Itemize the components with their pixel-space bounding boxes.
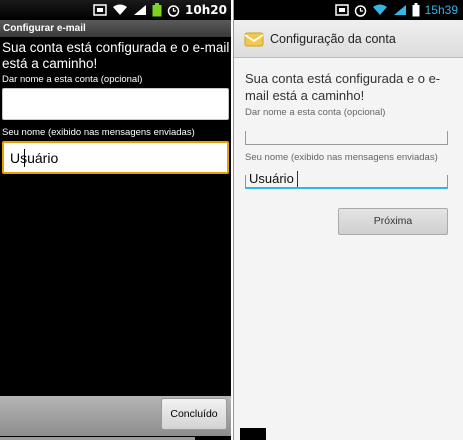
- battery-icon: [412, 3, 420, 17]
- signal-icon: [393, 4, 407, 16]
- wifi-icon: [112, 4, 128, 16]
- status-bar: 15h39: [234, 0, 463, 20]
- done-button[interactable]: Concluído: [161, 398, 227, 430]
- screenshot-icon: [334, 4, 349, 16]
- setup-complete-message: Sua conta está configurada e o e-mail es…: [2, 40, 230, 71]
- action-bar: Configuração da conta: [234, 20, 463, 58]
- screenshot-icon: [93, 4, 107, 16]
- setup-complete-message: Sua conta está configurada e o e-mail es…: [245, 71, 441, 103]
- your-name-value: Usuário: [10, 150, 59, 166]
- signal-icon: [133, 4, 147, 16]
- your-name-value: Usuário: [249, 171, 294, 186]
- title-bar: Configurar e-mail: [0, 20, 231, 37]
- status-time: 15h39: [424, 3, 458, 17]
- account-name-input[interactable]: [2, 88, 229, 120]
- account-name-label: Dar nome a esta conta (opcional): [245, 107, 386, 118]
- right-phone-screen: 15h39 Configuração da conta Sua conta es…: [233, 0, 463, 440]
- your-name-label: Seu nome (exibido nas mensagens enviadas…: [2, 127, 195, 138]
- alarm-icon: [167, 4, 180, 17]
- wifi-icon: [372, 4, 388, 16]
- bottom-black-block: [240, 428, 266, 440]
- your-name-label: Seu nome (exibido nas mensagens enviadas…: [245, 152, 438, 163]
- left-phone-screen: 10h20 Configurar e-mail Sua conta está c…: [0, 0, 231, 440]
- email-envelope-icon: [244, 30, 264, 48]
- account-name-input[interactable]: [245, 131, 448, 145]
- alarm-icon: [354, 4, 367, 17]
- status-bar: 10h20: [0, 0, 231, 20]
- text-cursor: [297, 171, 298, 187]
- account-name-label: Dar nome a esta conta (opcional): [2, 74, 143, 85]
- your-name-input[interactable]: Usuário: [2, 141, 229, 174]
- page-title: Configuração da conta: [270, 31, 396, 46]
- battery-icon: [152, 3, 162, 17]
- status-time: 10h20: [185, 3, 227, 17]
- text-cursor: [24, 149, 25, 167]
- next-button[interactable]: Próxima: [338, 208, 448, 235]
